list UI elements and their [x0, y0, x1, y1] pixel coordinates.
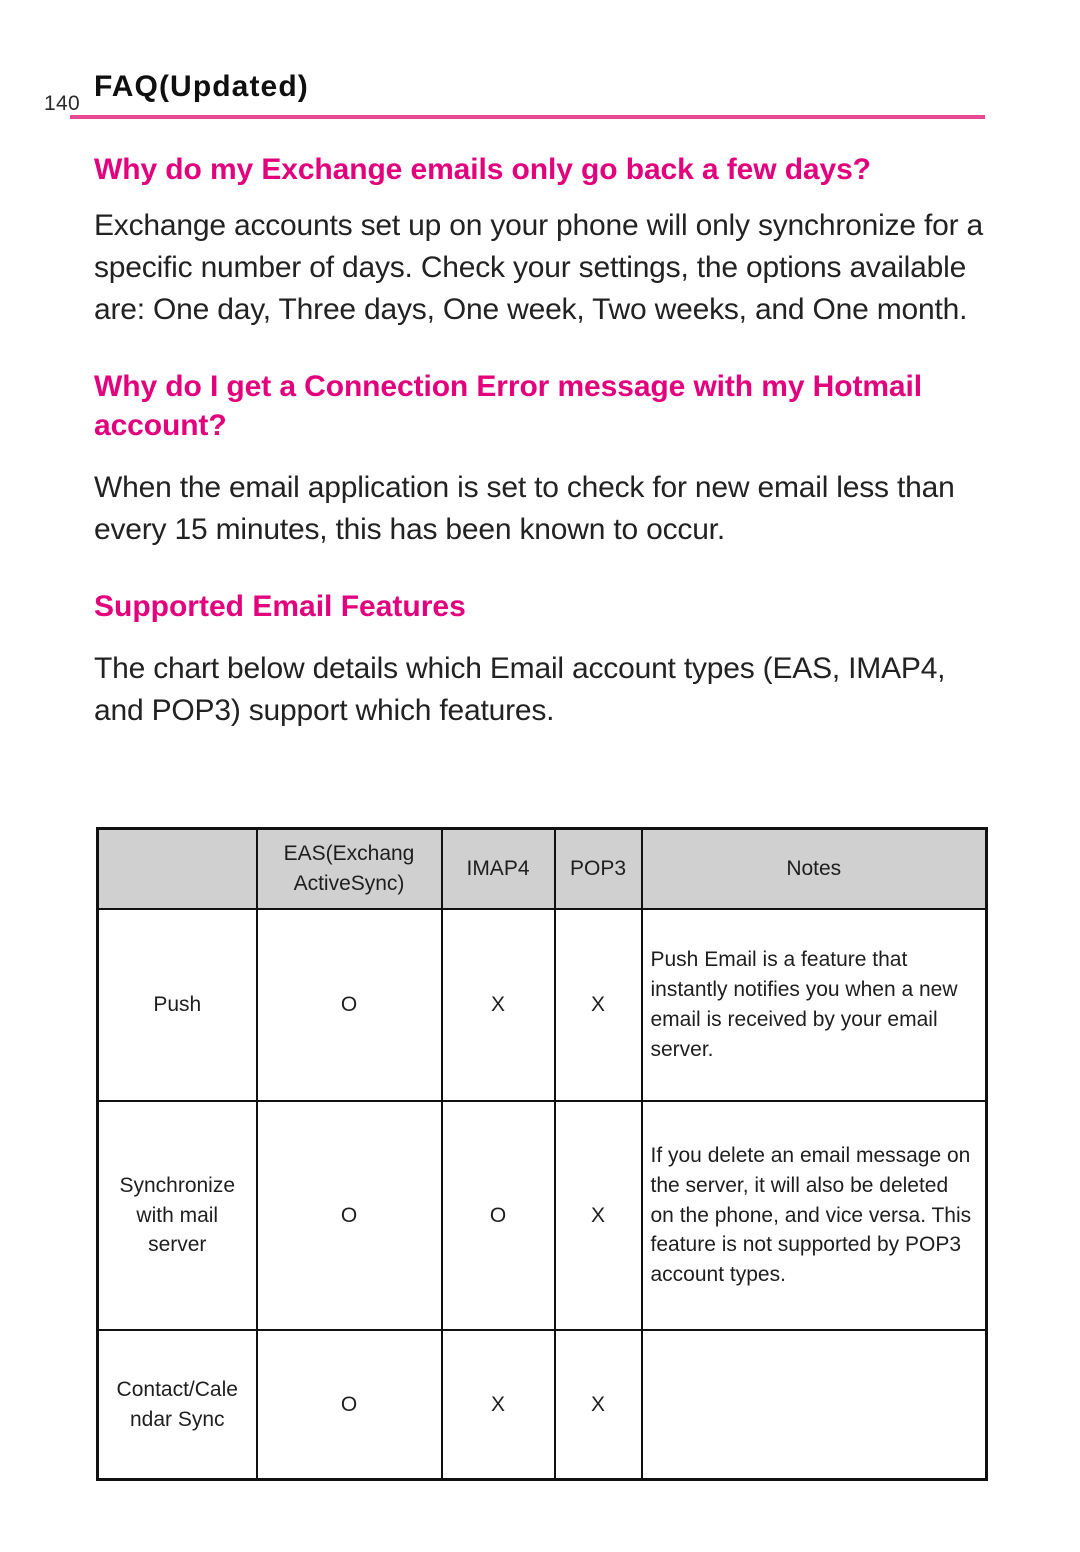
table-header-imap4: IMAP4 — [440, 827, 556, 910]
table-header-notes: Notes — [640, 827, 988, 910]
page-content: Why do my Exchange emails only go back a… — [94, 150, 994, 732]
row-eas-support: O — [255, 1329, 443, 1481]
row-feature-name: Contact/Cale ndar Sync — [96, 1329, 258, 1481]
row-pop3-support: X — [553, 908, 643, 1102]
row-imap4-support: X — [440, 1329, 556, 1481]
table-header-corner — [96, 827, 258, 910]
row-notes: Push Email is a feature that instantly n… — [640, 908, 988, 1102]
faq-question-heading-1: Why do my Exchange emails only go back a… — [94, 153, 871, 186]
row-feature-name: Push — [96, 908, 258, 1102]
faq-answer-2: When the email application is set to che… — [94, 471, 955, 546]
row-notes: If you delete an email message on the se… — [640, 1100, 988, 1331]
supported-features-intro: The chart below details which Email acco… — [94, 652, 946, 727]
row-eas-support: O — [255, 1100, 443, 1331]
table-header-pop3: POP3 — [553, 827, 643, 910]
table-header-row: EAS(Exchang ActiveSync) IMAP4 POP3 Notes — [96, 827, 988, 910]
row-imap4-support: O — [440, 1100, 556, 1331]
row-pop3-support: X — [553, 1100, 643, 1331]
row-pop3-support: X — [553, 1329, 643, 1481]
table-row: Contact/Cale ndar Sync O X X — [96, 1329, 988, 1481]
row-feature-name: Synchronize with mail server — [96, 1100, 258, 1331]
row-notes — [640, 1329, 988, 1481]
table-row: Push O X X Push Email is a feature that … — [96, 908, 988, 1102]
row-imap4-support: X — [440, 908, 556, 1102]
supported-features-table-container: EAS(Exchang ActiveSync) IMAP4 POP3 Notes… — [96, 827, 988, 1481]
page-header: 140 FAQ(Updated) — [0, 70, 1080, 122]
table-row: Synchronize with mail server O O X If yo… — [96, 1100, 988, 1331]
supported-features-heading: Supported Email Features — [94, 590, 466, 623]
table-header-eas: EAS(Exchang ActiveSync) — [255, 827, 443, 910]
faq-question-heading-2: Why do I get a Connection Error message … — [94, 370, 922, 442]
supported-features-table: EAS(Exchang ActiveSync) IMAP4 POP3 Notes… — [96, 827, 988, 1481]
document-page: 140 FAQ(Updated) Why do my Exchange emai… — [0, 0, 1080, 1552]
header-divider — [70, 115, 985, 119]
page-number: 140 — [44, 92, 80, 115]
faq-answer-1: Exchange accounts set up on your phone w… — [94, 209, 983, 326]
row-eas-support: O — [255, 908, 443, 1102]
page-title: FAQ(Updated) — [94, 70, 309, 103]
